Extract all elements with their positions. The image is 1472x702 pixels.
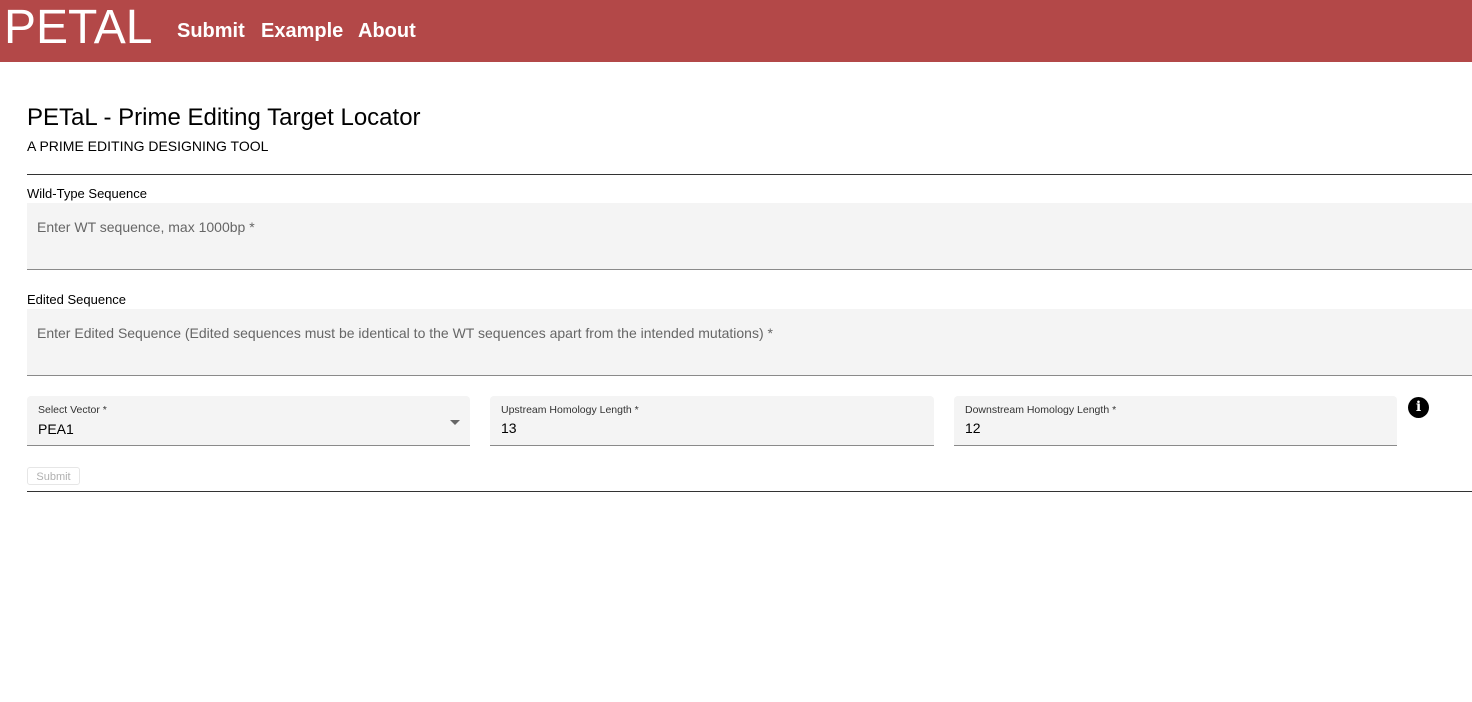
upstream-homology-input[interactable]: [501, 420, 923, 436]
downstream-homology-field: Downstream Homology Length *: [954, 396, 1397, 446]
vector-select-label: Select Vector *: [38, 404, 107, 416]
upstream-homology-field: Upstream Homology Length *: [490, 396, 934, 446]
vector-select-value: PEA1: [38, 421, 74, 437]
wt-sequence-input[interactable]: [27, 203, 1472, 269]
info-icon[interactable]: i: [1408, 397, 1429, 418]
edited-sequence-input[interactable]: [27, 309, 1472, 375]
edited-sequence-field: [27, 309, 1472, 376]
chevron-down-icon[interactable]: [450, 420, 460, 425]
vector-select[interactable]: Select Vector * PEA1: [27, 396, 470, 446]
nav-about[interactable]: About: [358, 0, 416, 62]
page-subtitle: A PRIME EDITING DESIGNING TOOL: [27, 138, 269, 154]
page-title: PETaL - Prime Editing Target Locator: [27, 104, 421, 131]
submit-button[interactable]: Submit: [27, 467, 80, 485]
upstream-homology-label: Upstream Homology Length *: [501, 404, 639, 416]
top-divider: [27, 174, 1472, 175]
bottom-divider: [27, 491, 1472, 492]
wt-sequence-label: Wild-Type Sequence: [27, 186, 147, 201]
nav-example[interactable]: Example: [261, 0, 343, 62]
brand-logo[interactable]: PETAL: [4, 2, 153, 54]
downstream-homology-input[interactable]: [965, 420, 1386, 436]
edited-sequence-label: Edited Sequence: [27, 292, 127, 307]
downstream-homology-label: Downstream Homology Length *: [965, 404, 1117, 416]
top-navbar: PETAL Submit Example About: [0, 0, 1472, 62]
nav-submit[interactable]: Submit: [177, 0, 245, 62]
wt-sequence-field: [27, 203, 1472, 270]
